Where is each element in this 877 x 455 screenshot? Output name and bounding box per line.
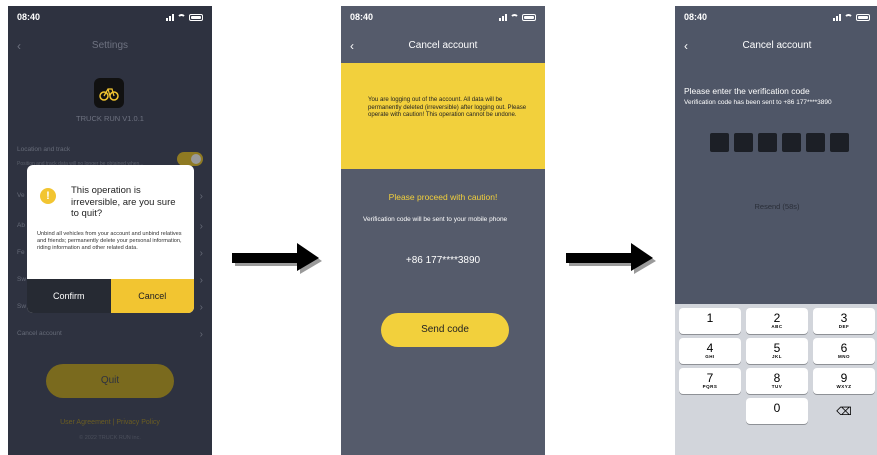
back-chevron-icon[interactable]: ‹	[350, 36, 354, 56]
key-7[interactable]: 7 PQRS	[679, 368, 741, 394]
footer-links[interactable]: User Agreement | Privacy Policy	[8, 419, 212, 426]
status-time: 08:40	[350, 12, 374, 22]
cancel-account-screen: 08:40 ‹ Cancel account You are logging o…	[341, 6, 545, 455]
warning-notice: You are logging out of the account. All …	[341, 63, 545, 169]
wifi-icon	[844, 13, 853, 21]
verification-screen: 08:40 ‹ Cancel account Please enter the …	[675, 6, 877, 455]
page-title: Cancel account	[742, 40, 812, 51]
warning-icon: !	[40, 188, 56, 204]
battery-icon	[189, 13, 203, 21]
status-bar: 08:40	[8, 6, 212, 28]
key-5[interactable]: 5 JKL	[746, 338, 808, 364]
chevron-right-icon: ›	[199, 302, 203, 313]
key-blank	[679, 398, 741, 424]
track-setting-label: Location and track	[17, 146, 71, 153]
back-chevron-icon[interactable]: ‹	[684, 36, 688, 56]
page-title: Cancel account	[408, 40, 478, 51]
app-logo	[94, 78, 124, 108]
chevron-right-icon: ›	[199, 329, 203, 340]
key-6[interactable]: 6 MNO	[813, 338, 875, 364]
quit-confirm-dialog: ! This operation is irreversible, are yo…	[27, 165, 194, 313]
chevron-right-icon: ›	[199, 248, 203, 259]
cancel-button[interactable]: Cancel	[110, 279, 194, 313]
signal-icon	[833, 13, 841, 21]
wifi-icon	[510, 13, 519, 21]
battery-icon	[856, 13, 870, 21]
code-digit-box[interactable]	[806, 133, 825, 152]
code-digit-box[interactable]	[734, 133, 753, 152]
nav-bar: ‹ Cancel account	[341, 36, 545, 56]
send-code-button[interactable]: Send code	[381, 313, 509, 347]
flow-arrow-icon	[566, 243, 656, 274]
dialog-body: Unbind all vehicles from your account an…	[37, 231, 182, 251]
battery-icon	[522, 13, 536, 21]
status-bar: 08:40	[341, 6, 545, 28]
signal-icon	[499, 13, 507, 21]
flow-arrow-icon	[232, 243, 322, 274]
confirm-button[interactable]: Confirm	[27, 279, 111, 313]
chevron-right-icon: ›	[199, 221, 203, 232]
key-2[interactable]: 2 ABC	[746, 308, 808, 334]
status-bar: 08:40	[675, 6, 877, 28]
backspace-icon[interactable]: ⌫	[813, 398, 875, 424]
code-digit-box[interactable]	[782, 133, 801, 152]
resend-button[interactable]: Resend (58s)	[675, 202, 877, 211]
notice-text: You are logging out of the account. All …	[368, 96, 527, 119]
dialog-title: This operation is irreversible, are you …	[71, 185, 176, 219]
code-digit-box[interactable]	[758, 133, 777, 152]
key-9[interactable]: 9 WXYZ	[813, 368, 875, 394]
app-version: TRUCK RUN V1.0.1	[76, 114, 144, 123]
phone-number: +86 177****3890	[405, 255, 481, 266]
key-1[interactable]: 1	[679, 308, 741, 334]
nav-bar: ‹ Cancel account	[675, 36, 877, 56]
code-input[interactable]	[710, 133, 849, 152]
wifi-icon	[177, 13, 186, 21]
key-0[interactable]: 0	[746, 398, 808, 424]
enter-code-title: Please enter the verification code	[684, 86, 810, 96]
numeric-keypad: 1 2 ABC 3 DEF 4 GHI 5 JKL 6 MNO 7 PQRS 8 TUV 9W…	[675, 304, 877, 455]
bicycle-icon	[99, 88, 119, 101]
key-8[interactable]: 8 TUV	[746, 368, 808, 394]
code-sent-note: Verification code has been sent to +86 1…	[684, 99, 832, 106]
status-time: 08:40	[684, 12, 708, 22]
settings-screen: 08:40 ‹ Settings TRUCK RUN V1.0.1 Locati…	[8, 6, 212, 455]
signal-icon	[166, 13, 174, 21]
page-title: Settings	[91, 40, 129, 51]
chevron-right-icon: ›	[199, 191, 203, 202]
send-note: Verification code will be sent to your m…	[363, 216, 508, 223]
back-chevron-icon[interactable]: ‹	[17, 36, 21, 56]
code-digit-box[interactable]	[710, 133, 729, 152]
key-4[interactable]: 4 GHI	[679, 338, 741, 364]
chevron-right-icon: ›	[199, 275, 203, 286]
caution-text: Please proceed with caution!	[388, 192, 498, 202]
code-digit-box[interactable]	[830, 133, 849, 152]
nav-bar: ‹ Settings	[8, 36, 212, 56]
status-time: 08:40	[17, 12, 41, 22]
quit-button[interactable]: Quit	[46, 364, 174, 398]
copyright: © 2022 TRUCK RUN inc.	[79, 435, 141, 441]
track-toggle[interactable]	[177, 152, 203, 166]
key-3[interactable]: 3 DEF	[813, 308, 875, 334]
cancel-account-row[interactable]: Cancel account ›	[17, 329, 203, 340]
